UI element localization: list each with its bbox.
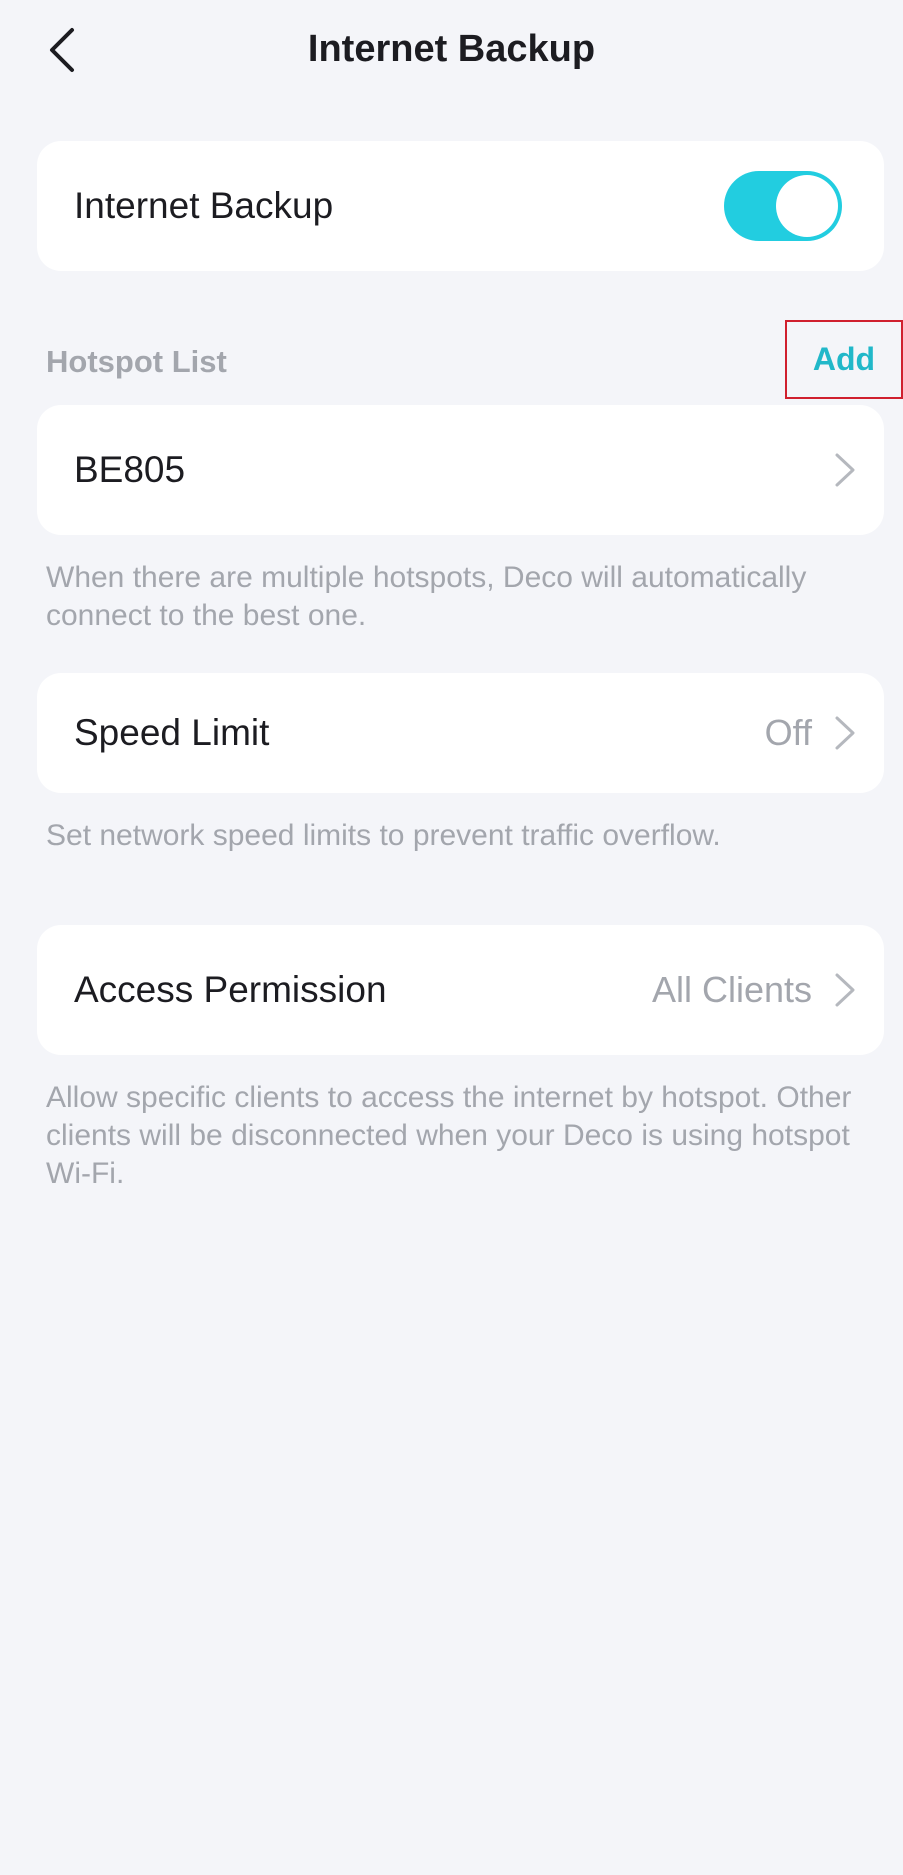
speed-limit-label: Speed Limit (74, 712, 270, 753)
top-nav-bar: Internet Backup (0, 0, 903, 104)
internet-backup-label: Internet Backup (74, 185, 334, 226)
page-title: Internet Backup (307, 28, 596, 70)
hotspot-list-heading: Hotspot List (46, 344, 227, 379)
hotspot-help-text: When there are multiple hotspots, Deco w… (46, 561, 807, 632)
internet-backup-toggle[interactable] (724, 171, 842, 241)
internet-backup-screen: Internet Backup Internet Backup Hotspot … (0, 0, 903, 1875)
speed-limit-row[interactable]: Speed Limit Off (37, 673, 884, 793)
access-permission-label: Access Permission (74, 969, 387, 1010)
access-permission-row[interactable]: Access Permission All Clients (37, 925, 884, 1055)
speed-limit-help-text: Set network speed limits to prevent traf… (46, 819, 721, 852)
access-permission-help-text: Allow specific clients to access the int… (46, 1081, 852, 1190)
internet-backup-card: Internet Backup (37, 141, 884, 271)
speed-limit-value: Off (764, 712, 812, 753)
chevron-right-icon (835, 716, 855, 750)
hotspot-name: BE805 (74, 449, 186, 490)
access-permission-value: All Clients (651, 969, 812, 1010)
chevron-right-icon (835, 973, 855, 1007)
toggle-knob (776, 175, 838, 237)
chevron-right-icon (835, 453, 855, 487)
add-hotspot-button[interactable]: Add (785, 320, 903, 399)
hotspot-item[interactable]: BE805 (37, 405, 884, 535)
